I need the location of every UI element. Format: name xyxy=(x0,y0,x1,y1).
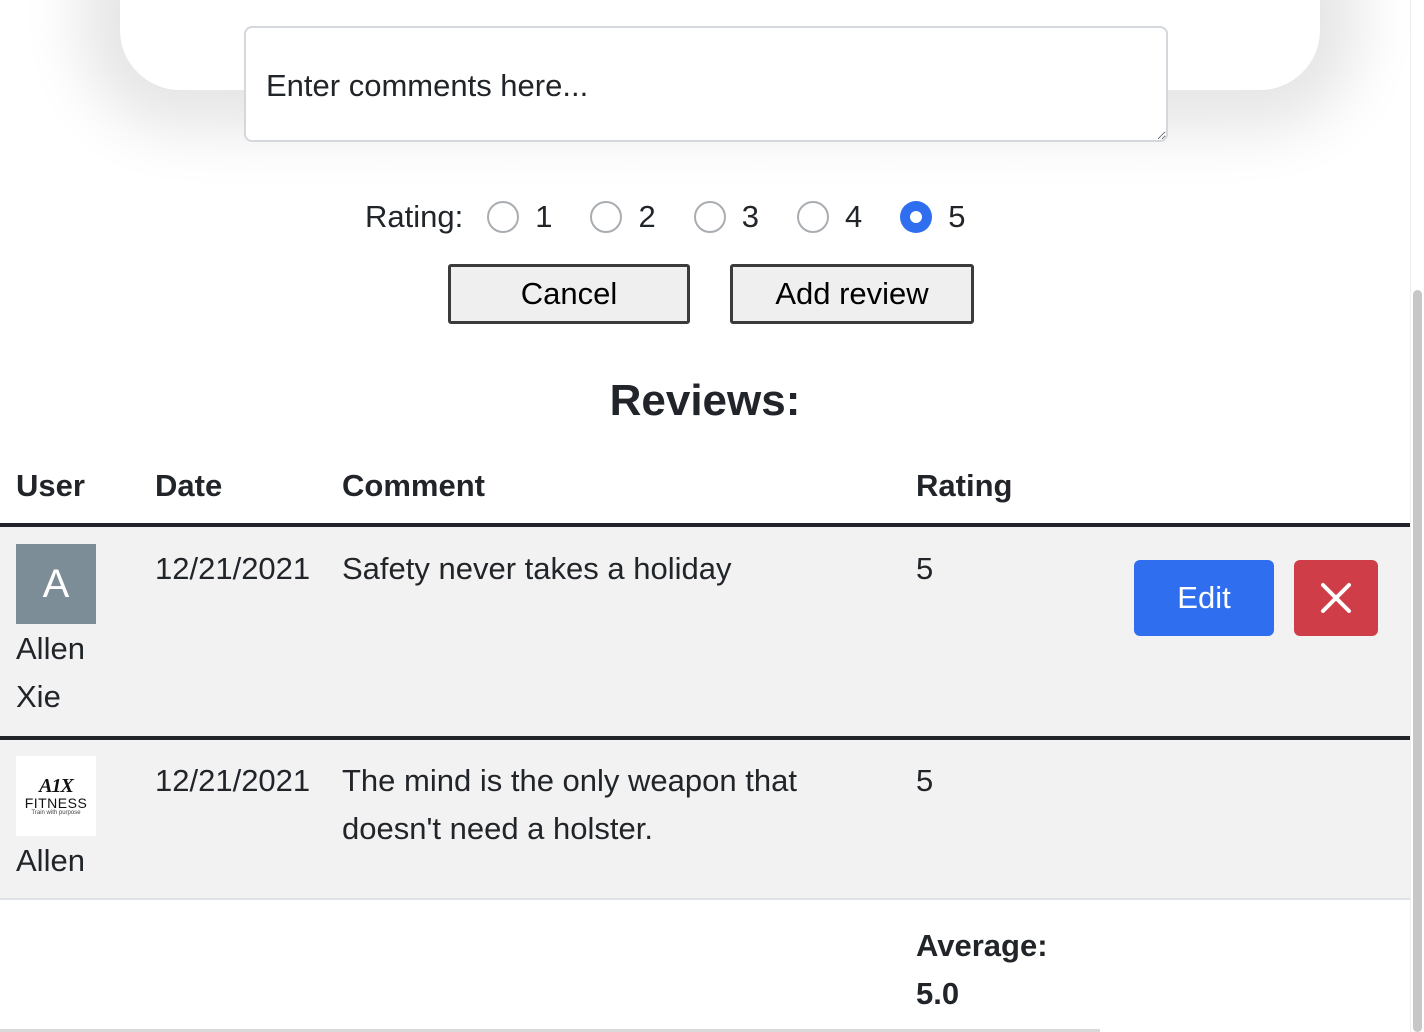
average-label: Average: xyxy=(916,928,1048,963)
delete-button[interactable] xyxy=(1294,560,1378,636)
rating-option-label: 2 xyxy=(638,199,656,234)
radio-button-selected[interactable] xyxy=(900,201,933,233)
review-date: 12/21/2021 xyxy=(155,551,311,586)
review-comment: Safety never takes a holiday xyxy=(342,551,732,586)
table-row: A1X FITNESS Train with purpose Allen 12/… xyxy=(0,740,1410,900)
rating-option-4[interactable]: 4 xyxy=(796,199,863,235)
rating-option-1[interactable]: 1 xyxy=(487,199,552,235)
column-header-date: Date xyxy=(155,468,223,503)
review-comment-line-2: doesn't need a holster. xyxy=(342,811,653,846)
rating-option-3[interactable]: 3 xyxy=(693,199,759,235)
average-value: 5.0 xyxy=(916,976,960,1011)
column-header-user: User xyxy=(16,468,85,503)
radio-button[interactable] xyxy=(590,201,623,233)
cancel-button[interactable]: Cancel xyxy=(448,264,690,324)
edit-button[interactable]: Edit xyxy=(1134,560,1274,636)
column-header-rating: Rating xyxy=(916,468,1013,503)
user-name-last: Xie xyxy=(16,679,61,714)
add-review-button[interactable]: Add review xyxy=(730,264,974,324)
rating-option-label: 3 xyxy=(741,199,759,234)
logo-text: A1X xyxy=(39,774,74,797)
user-name-first: Allen xyxy=(16,843,85,878)
column-header-comment: Comment xyxy=(342,468,485,503)
reviews-heading: Reviews: xyxy=(609,376,801,425)
comment-input[interactable] xyxy=(244,26,1168,142)
radio-button[interactable] xyxy=(693,201,726,233)
rating-option-5[interactable]: 5 xyxy=(900,199,965,235)
rating-option-label: 5 xyxy=(948,199,966,234)
scrollbar-thumb[interactable] xyxy=(1413,290,1422,1032)
logo-text: FITNESS xyxy=(24,794,88,811)
avatar: A1X FITNESS Train with purpose xyxy=(16,756,96,836)
avatar: A xyxy=(16,544,96,624)
average-rating: Average: 5.0 xyxy=(916,922,1048,1018)
table-row: A Allen Xie 12/21/2021 Safety never take… xyxy=(0,527,1410,736)
review-rating: 5 xyxy=(916,551,934,586)
radio-button[interactable] xyxy=(487,201,520,233)
radio-button[interactable] xyxy=(796,201,829,233)
rating-group: Rating: 1 2 3 4 5 xyxy=(365,196,965,238)
review-comment-line-1: The mind is the only weapon that xyxy=(342,763,797,798)
user-name-first: Allen xyxy=(16,631,85,666)
rating-option-label: 4 xyxy=(844,199,863,234)
review-date: 12/21/2021 xyxy=(155,763,311,798)
rating-label: Rating: xyxy=(365,199,464,234)
rating-option-2[interactable]: 2 xyxy=(590,199,656,235)
logo-tagline: Train with purpose xyxy=(31,809,81,816)
close-icon xyxy=(1321,583,1351,613)
rating-option-label: 1 xyxy=(535,199,553,234)
review-rating: 5 xyxy=(916,763,934,798)
